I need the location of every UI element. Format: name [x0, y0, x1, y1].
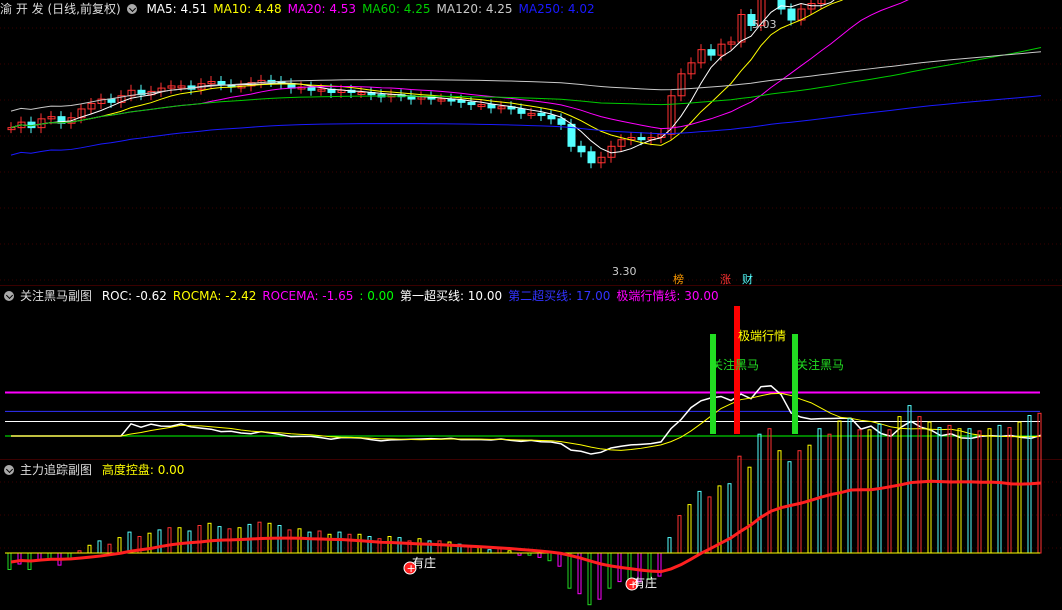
- tracking-bar: [197, 525, 202, 554]
- tracking-bar: [977, 430, 982, 554]
- ma10-line: [10, 0, 844, 146]
- annotation-dark-horse-1: 关注黑马: [711, 357, 759, 372]
- tracking-bar: [767, 428, 772, 554]
- tracking-bar: [87, 544, 92, 554]
- tracking-bar: [837, 420, 842, 554]
- tracking-bar: [1017, 421, 1022, 554]
- tracking-bar: [167, 527, 172, 554]
- tracking-bar: [157, 529, 162, 554]
- tracking-bar: [887, 429, 892, 554]
- signal-bar: [710, 334, 716, 434]
- candle-body: [107, 98, 116, 103]
- high-price-label: 5.03: [752, 18, 777, 31]
- tracking-bar: [417, 538, 422, 554]
- tracking-bar: [327, 533, 332, 554]
- tag-bang: 榜: [673, 272, 684, 286]
- tracking-bar: [387, 536, 392, 554]
- candle-body: [557, 118, 566, 125]
- tracking-bar: [727, 483, 732, 554]
- tracking-bar: [117, 537, 122, 554]
- tracking-bar: [997, 424, 1002, 554]
- tracking-bar: [867, 429, 872, 554]
- tracking-bar: [697, 490, 702, 554]
- tracking-bar: [627, 552, 632, 580]
- tracking-ma-line: [10, 479, 1042, 574]
- tracking-bar: [967, 428, 972, 554]
- tracking-bar: [207, 522, 212, 554]
- tracking-bar: [847, 418, 852, 554]
- ma250-line: [10, 95, 1042, 156]
- candle-body: [487, 104, 496, 109]
- tracking-bar: [597, 552, 602, 600]
- tracking-bar: [557, 552, 562, 567]
- tracking-bar: [607, 552, 612, 589]
- candle-body: [467, 101, 476, 106]
- tracking-bar: [707, 496, 712, 554]
- tracking-bar: [947, 424, 952, 554]
- tracking-bar: [777, 450, 782, 554]
- tracking-bar: [437, 540, 442, 554]
- roc-line: [11, 385, 1042, 455]
- tracking-bar: [757, 433, 762, 554]
- tracking-bar: [857, 429, 862, 554]
- tracking-bar: [337, 531, 342, 554]
- tag-cai: 财: [742, 272, 753, 286]
- tracking-bar: [987, 428, 992, 554]
- tracking-bar: [677, 515, 682, 554]
- candle-body: [577, 145, 586, 153]
- tracking-bar: [1007, 427, 1012, 554]
- tracking-bar: [397, 537, 402, 554]
- candle-body: [707, 49, 716, 56]
- candle-body: [457, 99, 466, 103]
- low-price-label: 3.30: [612, 265, 637, 278]
- candle-body: [537, 112, 546, 117]
- tracking-bar: [307, 531, 312, 554]
- tracking-bar: [957, 428, 962, 554]
- tracking-bar: [357, 533, 362, 554]
- signal-bar: [792, 334, 798, 434]
- candlestick-panel: [7, 0, 1042, 169]
- tracking-bar: [747, 466, 752, 554]
- annotation-dark-horse-2: 关注黑马: [796, 357, 844, 372]
- tracking-bar: [287, 529, 292, 554]
- tracking-bar: [7, 552, 12, 570]
- candle-body: [587, 151, 596, 164]
- tracking-bar: [317, 530, 322, 554]
- tracking-bar: [347, 533, 352, 554]
- candle-body: [777, 0, 786, 10]
- tracking-bar: [687, 504, 692, 554]
- tracking-bar: [927, 421, 932, 554]
- tracking-bar: [537, 552, 542, 558]
- tracking-bar: [97, 540, 102, 554]
- tracking-bar: [177, 527, 182, 554]
- label-you-zhuang-2: 有庄: [633, 575, 657, 590]
- annotation-extreme: 极端行情: [738, 329, 786, 343]
- tracking-bar: [47, 552, 52, 559]
- ma120-line: [10, 51, 1042, 112]
- tracking-bar: [367, 536, 372, 554]
- label-you-zhuang-1: 有庄: [412, 555, 436, 570]
- tracking-bar: [107, 543, 112, 554]
- tracking-bar: [737, 455, 742, 554]
- chart-canvas[interactable]: ++ 5.03 3.30 榜 涨 财 关注黑马 极端行情 关注黑马 有庄 有庄: [0, 0, 1062, 610]
- tag-zhang: 涨: [720, 273, 731, 286]
- candle-body: [787, 8, 796, 21]
- candle-body: [637, 137, 646, 141]
- tracking-bar: [567, 552, 572, 589]
- tracking-bar: [667, 537, 672, 554]
- roc-panel: [5, 306, 1042, 455]
- tracking-bar: [817, 428, 822, 554]
- candle-body: [547, 115, 556, 120]
- tracking-bar: [547, 552, 552, 562]
- candle-body: [217, 81, 226, 86]
- tracking-bar: [937, 427, 942, 554]
- tracking-bar: [917, 416, 922, 554]
- tracking-bar: [297, 528, 302, 554]
- tracking-bar: [907, 405, 912, 554]
- candle-body: [517, 108, 526, 114]
- ma60-line: [10, 47, 1042, 129]
